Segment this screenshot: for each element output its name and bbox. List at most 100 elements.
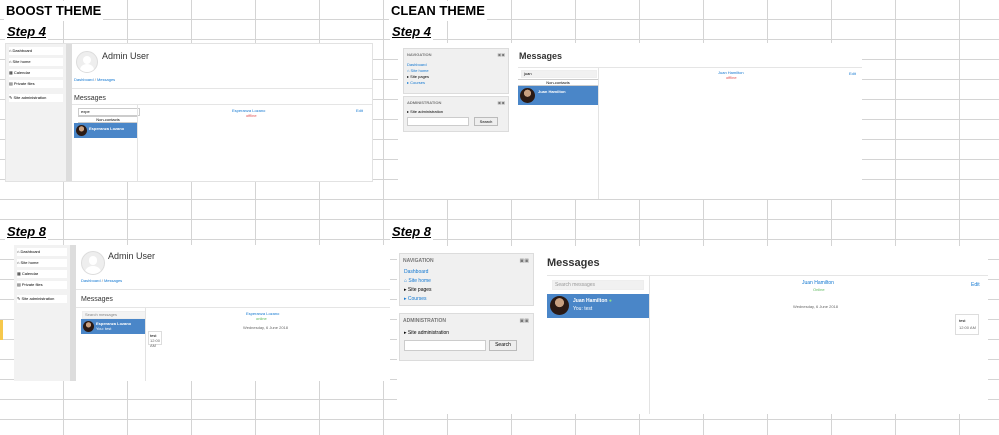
navigation-block: NAVIGATION ▣▣ Dashboard ⌂ Site home ▸ Si…: [399, 253, 534, 306]
section-header: Non-contacts: [78, 116, 138, 123]
breadcrumb-separator: /: [94, 77, 96, 82]
contact-item[interactable]: Esperanza Lozano You: test: [81, 319, 145, 334]
cell-highlight: [0, 320, 3, 340]
nav-site-home[interactable]: ⌂ Site home: [404, 278, 431, 284]
messages-title: Messages: [81, 296, 113, 303]
search-input[interactable]: expe: [78, 108, 140, 116]
edit-link[interactable]: Edit: [971, 282, 980, 288]
breadcrumb-dashboard[interactable]: Dashboard: [74, 77, 94, 82]
panel-status: online: [256, 316, 267, 321]
contact-avatar: [550, 296, 569, 315]
boost-step4-screenshot: ⌂ Dashboard ⌂ Site home ▦ Calendar ▤ Pri…: [5, 43, 373, 182]
sidebar-item-site-admin[interactable]: ✎ Site administration: [9, 94, 63, 102]
boost-step4-label: Step 4: [5, 23, 49, 41]
nav-site-home[interactable]: ⌂ Site home: [407, 68, 429, 73]
contact-name: Juan Hamilton ●: [573, 298, 612, 304]
bubble-time: 12:00 AM: [959, 325, 976, 330]
panel-divider: [649, 276, 650, 414]
messages-area: Search messages Juan Hamilton ● You: tes…: [547, 275, 988, 414]
panel-status: offline: [246, 113, 257, 118]
divider: [72, 88, 372, 89]
sidebar-item-calendar[interactable]: ▦ Calendar: [17, 270, 67, 278]
nav-courses[interactable]: ▸ Courses: [404, 296, 427, 302]
breadcrumb-dashboard[interactable]: Dashboard: [81, 278, 101, 283]
messages-title: Messages: [74, 95, 106, 102]
panel-contact-name[interactable]: Juan Hamilton: [802, 280, 834, 286]
panel-divider: [598, 68, 599, 199]
online-indicator-icon: ●: [608, 298, 612, 304]
navigation-block: NAVIGATION ▣▣ Dashboard ⌂ Site home ▸ Si…: [403, 48, 509, 94]
block-controls-icon[interactable]: ▣▣: [497, 100, 505, 105]
nav-dashboard[interactable]: Dashboard: [407, 62, 427, 67]
nav-site-pages[interactable]: ▸ Site pages: [404, 287, 432, 293]
boost-sidebar: ⌂ Dashboard ⌂ Site home ▦ Calendar ▤ Pri…: [6, 44, 66, 181]
admin-site-administration[interactable]: ▸ Site administration: [407, 109, 443, 114]
messages-area: Search messages Esperanza Lozano You: te…: [76, 307, 390, 381]
panel-divider: [137, 105, 138, 181]
admin-search-button[interactable]: Search: [474, 117, 498, 126]
message-date: Wednesday, 6 June 2018: [793, 304, 838, 309]
admin-search-input[interactable]: [404, 340, 486, 351]
contact-avatar: [83, 321, 94, 332]
sidebar-item-site-home[interactable]: ⌂ Site home: [17, 259, 67, 267]
message-date: Wednesday, 6 June 2018: [243, 325, 288, 330]
breadcrumb-messages[interactable]: Messages: [104, 278, 122, 283]
edit-link[interactable]: Edit: [356, 108, 363, 113]
search-input[interactable]: juan: [521, 70, 597, 78]
divider: [76, 289, 390, 290]
boost-sidebar: ⌂ Dashboard ⌂ Site home ▦ Calendar ▤ Pri…: [14, 245, 70, 381]
messages-title: Messages: [519, 51, 563, 61]
breadcrumb-messages[interactable]: Messages: [97, 77, 115, 82]
breadcrumb: Dashboard / Messages: [74, 77, 115, 82]
contact-preview: You: test: [96, 326, 112, 331]
sidebar-item-site-admin[interactable]: ✎ Site administration: [17, 295, 67, 303]
admin-site-administration[interactable]: ▸ Site administration: [404, 330, 449, 336]
user-name: Admin User: [102, 51, 150, 61]
contact-name: Esperanza Lozano: [89, 126, 125, 131]
navigation-title: NAVIGATION: [403, 258, 434, 264]
section-header: Non-contacts: [518, 79, 598, 86]
administration-block: ADMINISTRATION ▣▣ ▸ Site administration …: [403, 96, 509, 132]
panel-divider: [145, 308, 146, 381]
admin-search-button[interactable]: Search: [489, 340, 517, 351]
contact-avatar: [520, 88, 535, 103]
contact-preview: You: test: [573, 306, 593, 312]
navigation-title: NAVIGATION: [407, 52, 432, 57]
block-controls-icon[interactable]: ▣▣: [497, 52, 505, 57]
sidebar-item-private-files[interactable]: ▤ Private files: [17, 281, 67, 289]
message-bubble: test 12:00 AM: [955, 314, 979, 335]
message-bubble: test 12:00 AM: [148, 331, 162, 348]
admin-search-input[interactable]: [407, 117, 469, 126]
block-controls-icon[interactable]: ▣▣: [520, 258, 529, 264]
user-name: Admin User: [108, 251, 156, 261]
bubble-text: test: [959, 318, 966, 323]
sidebar-item-site-home[interactable]: ⌂ Site home: [9, 58, 63, 66]
boost-step8-label: Step 8: [5, 223, 49, 241]
edit-link[interactable]: Edit: [849, 71, 856, 76]
clean-step4-screenshot: NAVIGATION ▣▣ Dashboard ⌂ Site home ▸ Si…: [398, 43, 862, 199]
breadcrumb-separator: /: [101, 278, 103, 283]
clean-step8-screenshot: NAVIGATION ▣▣ Dashboard ⌂ Site home ▸ Si…: [397, 246, 988, 414]
nav-dashboard[interactable]: Dashboard: [404, 269, 428, 275]
administration-title: ADMINISTRATION: [407, 100, 442, 105]
sidebar-item-dashboard[interactable]: ⌂ Dashboard: [9, 47, 63, 55]
clean-theme-header: CLEAN THEME: [389, 1, 487, 21]
nav-site-pages[interactable]: ▸ Site pages: [407, 74, 429, 79]
messages-area: juan Non-contacts Juan Hamilton Juan Ham…: [518, 67, 862, 199]
user-avatar: [81, 251, 105, 275]
nav-courses[interactable]: ▸ Courses: [407, 80, 425, 85]
clean-step4-label: Step 4: [390, 23, 434, 41]
search-input[interactable]: Search messages: [82, 311, 146, 319]
block-controls-icon[interactable]: ▣▣: [520, 318, 529, 324]
sidebar-item-calendar[interactable]: ▦ Calendar: [9, 69, 63, 77]
administration-block: ADMINISTRATION ▣▣ ▸ Site administration …: [399, 313, 534, 361]
sidebar-item-dashboard[interactable]: ⌂ Dashboard: [17, 248, 67, 256]
sidebar-item-private-files[interactable]: ▤ Private files: [9, 80, 63, 88]
messages-title: Messages: [547, 257, 600, 269]
boost-step8-screenshot: ⌂ Dashboard ⌂ Site home ▦ Calendar ▤ Pri…: [14, 245, 390, 381]
contact-item[interactable]: Juan Hamilton: [518, 86, 598, 105]
contact-avatar: [76, 125, 87, 136]
contact-item[interactable]: Esperanza Lozano: [74, 123, 137, 138]
search-input[interactable]: Search messages: [552, 280, 644, 290]
contact-item[interactable]: Juan Hamilton ● You: test: [547, 294, 649, 318]
